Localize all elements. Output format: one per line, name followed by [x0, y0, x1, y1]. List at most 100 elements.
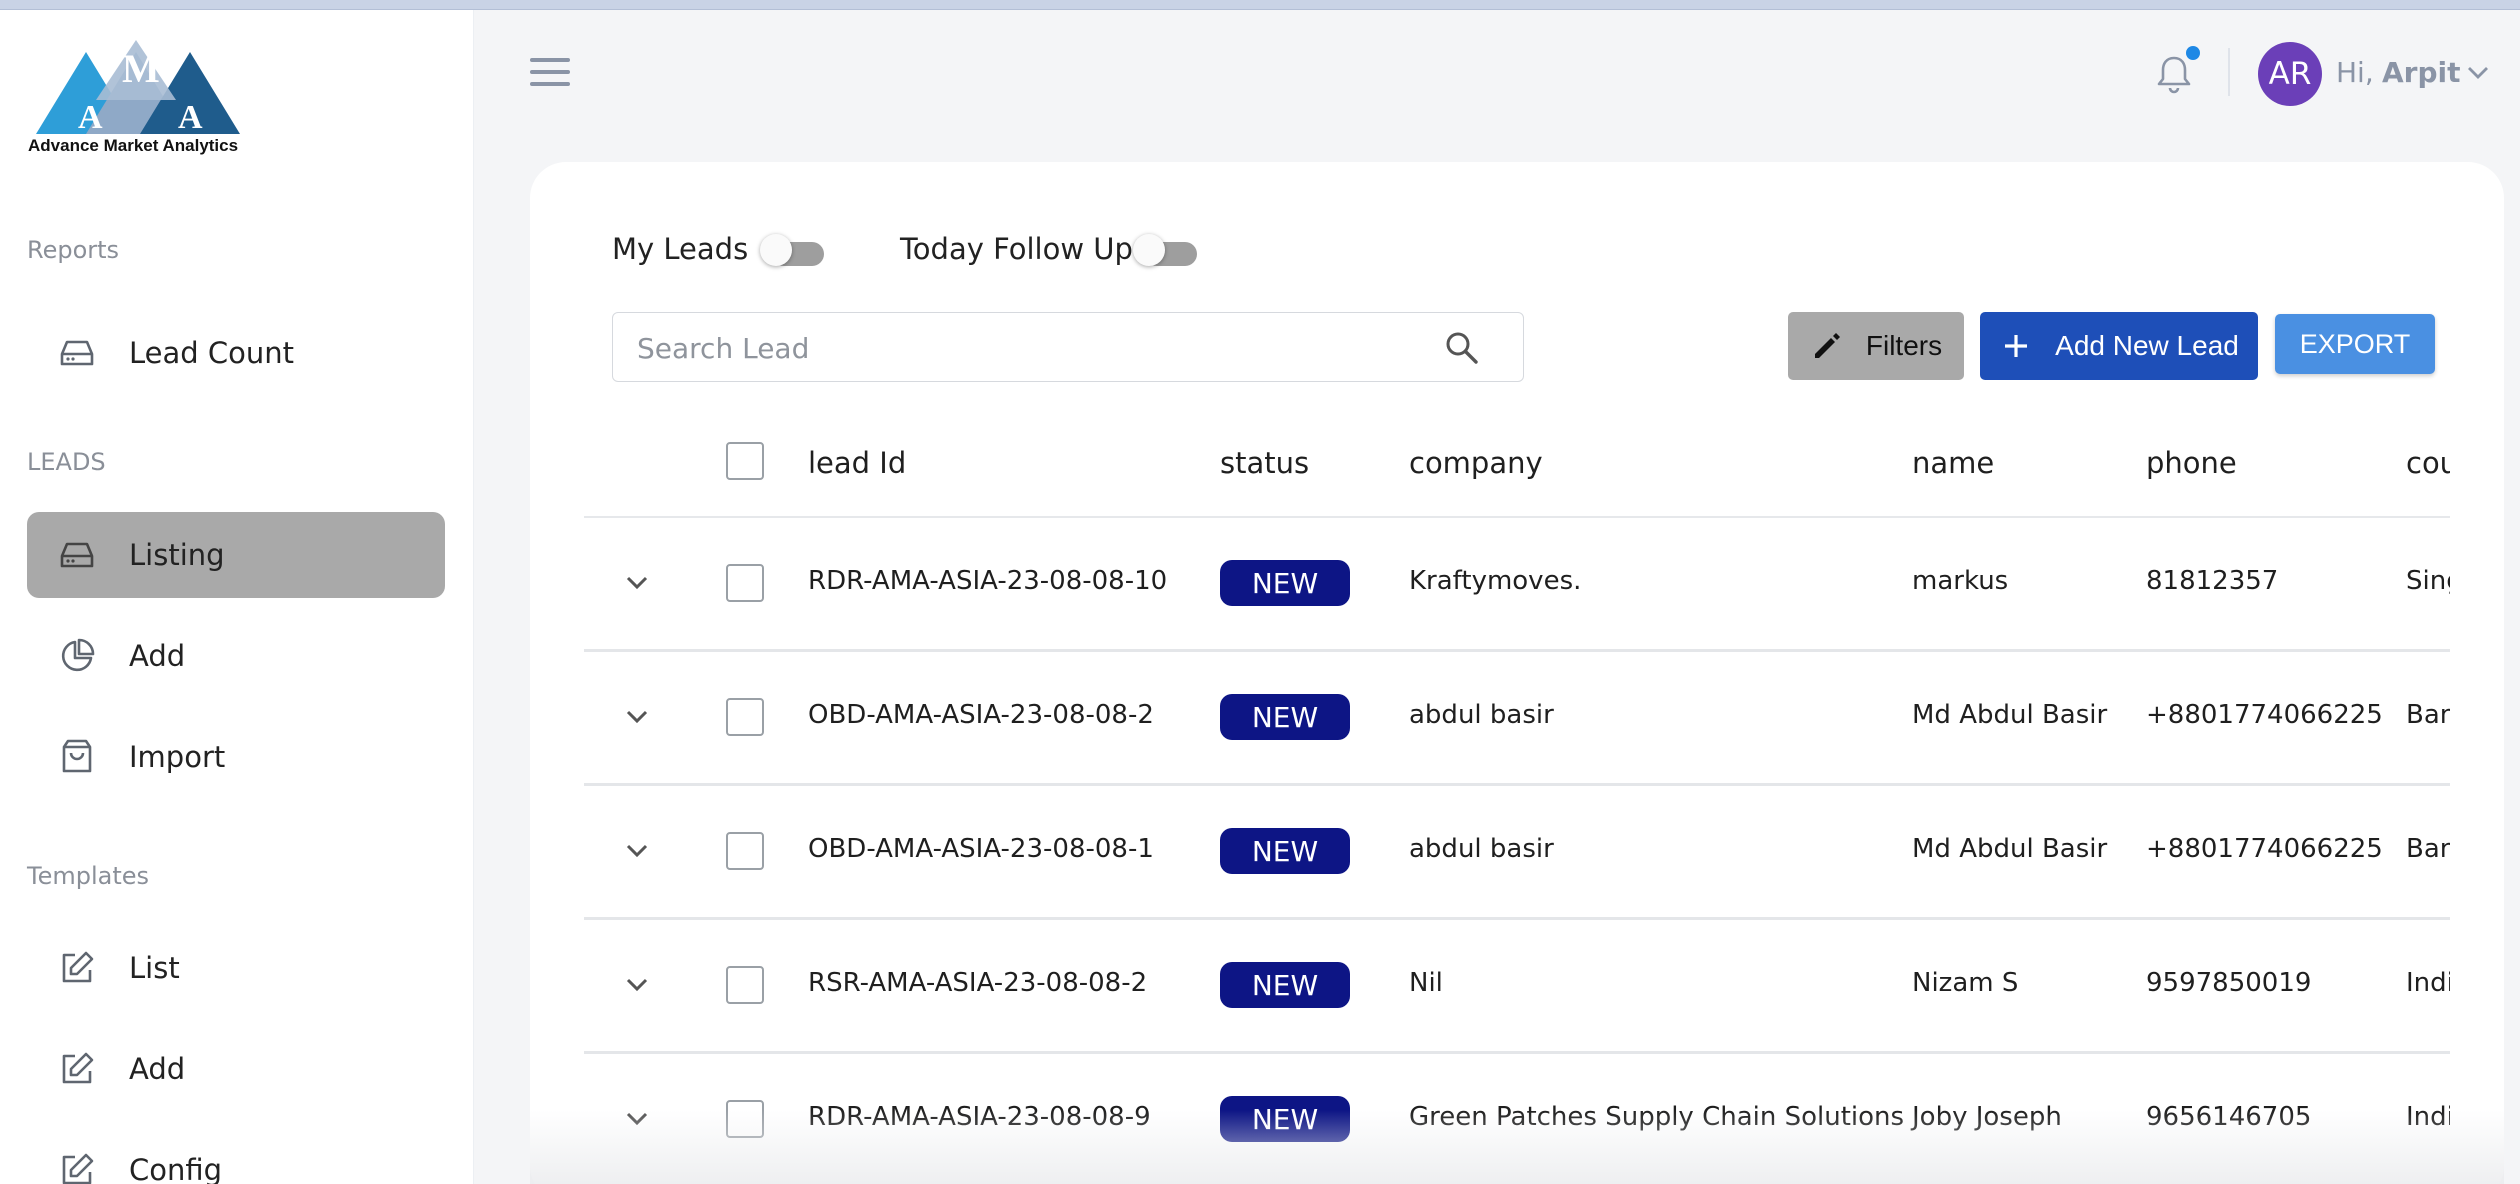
row-checkbox[interactable] [726, 966, 764, 1004]
logo-mark-icon: A M A [36, 40, 240, 136]
column-header-phone[interactable]: phone [2146, 446, 2237, 480]
cell-country: Sing [2406, 566, 2450, 596]
cell-name: Nizam S [1912, 968, 2019, 998]
inbox-icon [55, 533, 99, 577]
sidebar-item-label: List [129, 951, 180, 985]
column-header-status[interactable]: status [1220, 446, 1309, 480]
status-badge: NEW [1220, 828, 1350, 874]
chevron-down-icon[interactable] [622, 970, 652, 1000]
sidebar-item-label: Lead Count [129, 336, 295, 370]
section-label-templates: Templates [27, 862, 150, 890]
menu-toggle-button[interactable] [530, 58, 570, 88]
sidebar: A M A Advance Market Analytics Reports L… [0, 10, 474, 1184]
pencil-icon [1810, 329, 1844, 363]
row-checkbox[interactable] [726, 832, 764, 870]
logo-letter-a1: A [78, 99, 103, 136]
cell-phone: 81812357 [2146, 566, 2279, 596]
export-button[interactable]: EXPORT [2275, 314, 2435, 374]
row-checkbox[interactable] [726, 698, 764, 736]
today-follow-up-label: Today Follow Up [900, 232, 1133, 266]
logo-letter-m: M [122, 46, 160, 91]
cell-name: Md Abdul Basir [1912, 834, 2108, 864]
status-badge: NEW [1220, 560, 1350, 606]
pie-chart-icon [55, 634, 99, 678]
table-row[interactable]: OBD-AMA-ASIA-23-08-08-1 NEW abdul basir … [584, 786, 2450, 920]
cell-phone: 9597850019 [2146, 968, 2312, 998]
sidebar-item-import[interactable]: Import [27, 714, 445, 800]
search-input[interactable] [637, 329, 1417, 367]
edit-icon [55, 1148, 99, 1184]
sidebar-item-templates-list[interactable]: List [27, 925, 445, 1011]
my-leads-label: My Leads [612, 232, 749, 266]
search-icon[interactable] [1443, 329, 1481, 367]
search-box [612, 312, 1524, 382]
cell-name: Md Abdul Basir [1912, 700, 2108, 730]
cell-lead-id: OBD-AMA-ASIA-23-08-08-2 [808, 700, 1154, 730]
sidebar-item-templates-add[interactable]: Add [27, 1026, 445, 1112]
brand-logo[interactable]: A M A Advance Market Analytics [26, 40, 256, 158]
status-badge: NEW [1220, 962, 1350, 1008]
my-leads-toggle[interactable] [760, 230, 826, 270]
hamburger-line [530, 58, 570, 62]
filters-label: Filters [1865, 330, 1943, 361]
row-checkbox[interactable] [726, 564, 764, 602]
logo-letter-a2: A [178, 99, 203, 136]
section-label-leads: LEADS [27, 448, 106, 476]
sidebar-item-label: Add [129, 1052, 186, 1086]
sidebar-item-listing[interactable]: Listing [27, 512, 445, 598]
section-label-reports: Reports [27, 236, 120, 264]
sidebar-item-templates-config[interactable]: Config [27, 1127, 445, 1184]
table-row[interactable]: RSR-AMA-ASIA-23-08-08-2 NEW Nil Nizam S … [584, 920, 2450, 1054]
user-name[interactable]: Arpit [2382, 56, 2461, 89]
sidebar-item-add-lead[interactable]: Add [27, 613, 445, 699]
sidebar-item-label: Add [129, 639, 186, 673]
hamburger-line [530, 70, 570, 74]
leads-table: lead Id status company name phone cou RD… [584, 418, 2450, 1184]
cell-company: abdul basir [1409, 834, 1554, 864]
header-divider [2228, 48, 2230, 96]
window-top-strip [0, 0, 2520, 10]
edit-icon [55, 946, 99, 990]
column-header-name[interactable]: name [1912, 446, 1994, 480]
cell-company: Nil [1409, 968, 1443, 998]
toggle-thumb [1133, 234, 1165, 266]
shopping-bag-icon [55, 735, 99, 779]
cell-country: Indi [2406, 968, 2450, 998]
sidebar-item-lead-count[interactable]: Lead Count [27, 310, 445, 396]
cell-phone: +8801774066225 [2146, 700, 2383, 730]
table-row[interactable]: RDR-AMA-ASIA-23-08-08-10 NEW Kraftymoves… [584, 518, 2450, 652]
chevron-down-icon[interactable] [622, 836, 652, 866]
hamburger-line [530, 82, 570, 86]
plus-icon [1999, 329, 2033, 363]
toggle-thumb [760, 234, 792, 266]
brand-name: Advance Market Analytics [28, 136, 239, 155]
table-row[interactable]: OBD-AMA-ASIA-23-08-08-2 NEW abdul basir … [584, 652, 2450, 786]
bottom-fade [530, 1110, 2504, 1184]
cell-company: abdul basir [1409, 700, 1554, 730]
cell-country: Ban [2406, 700, 2450, 730]
column-header-lead-id[interactable]: lead Id [808, 446, 906, 480]
sidebar-item-label: Import [129, 740, 226, 774]
chevron-down-icon[interactable] [2466, 62, 2490, 82]
cell-phone: +8801774066225 [2146, 834, 2383, 864]
greeting-text: Hi, [2336, 56, 2374, 89]
add-new-lead-button[interactable]: Add New Lead [1980, 312, 2258, 380]
cell-lead-id: RSR-AMA-ASIA-23-08-08-2 [808, 968, 1148, 998]
cell-lead-id: RDR-AMA-ASIA-23-08-08-10 [808, 566, 1168, 596]
notification-dot [2186, 46, 2200, 60]
cell-lead-id: OBD-AMA-ASIA-23-08-08-1 [808, 834, 1154, 864]
column-header-country[interactable]: cou [2406, 446, 2450, 480]
cell-name: markus [1912, 566, 2009, 596]
select-all-checkbox[interactable] [726, 442, 764, 480]
cell-country: Ban [2406, 834, 2450, 864]
edit-icon [55, 1047, 99, 1091]
table-header: lead Id status company name phone cou [584, 418, 2450, 518]
chevron-down-icon[interactable] [622, 568, 652, 598]
filters-button[interactable]: Filters [1788, 312, 1964, 380]
chevron-down-icon[interactable] [622, 702, 652, 732]
column-header-company[interactable]: company [1409, 446, 1543, 480]
status-badge: NEW [1220, 694, 1350, 740]
today-follow-up-toggle[interactable] [1133, 230, 1199, 270]
avatar[interactable]: AR [2258, 42, 2322, 106]
cell-company: Kraftymoves. [1409, 566, 1582, 596]
